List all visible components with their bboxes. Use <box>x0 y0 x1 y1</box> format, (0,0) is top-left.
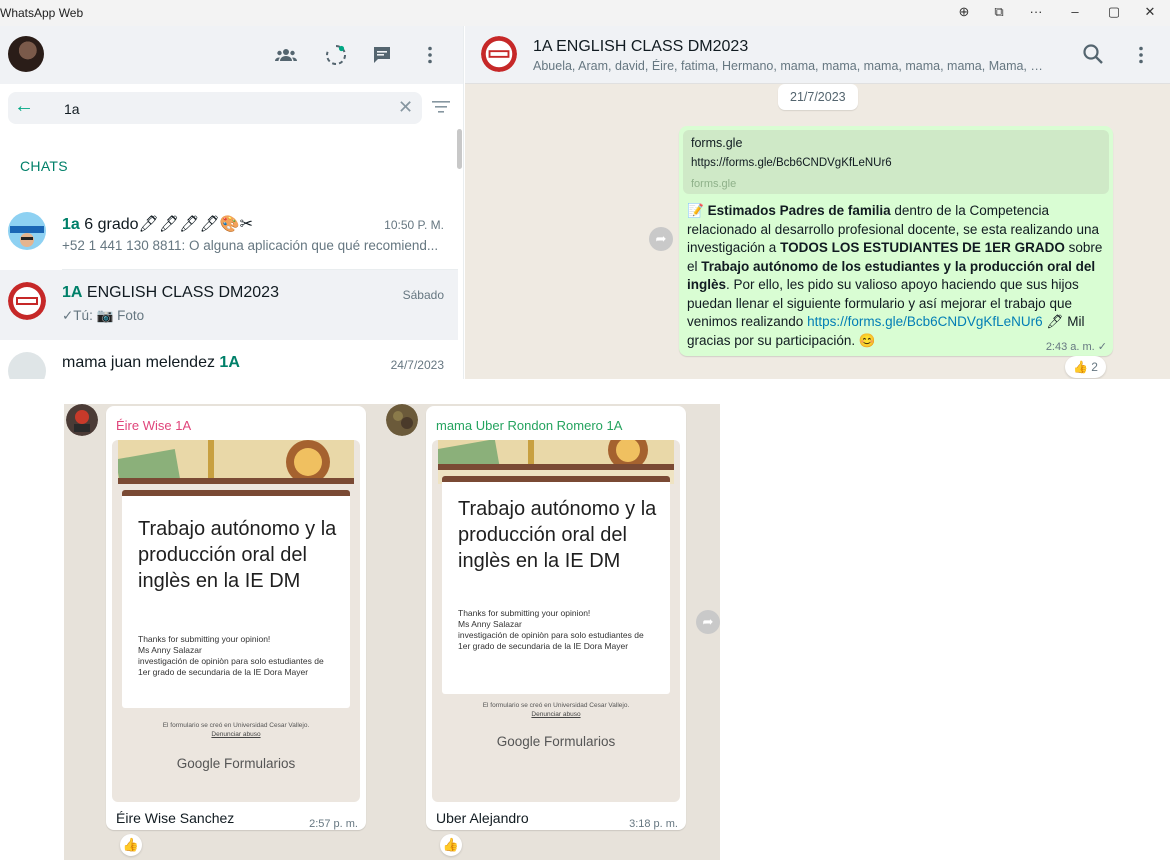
scrollbar-thumb[interactable] <box>457 129 462 169</box>
chat-preview: ✓Tú: 📷 Foto <box>62 308 145 323</box>
sender-avatar[interactable] <box>66 404 98 436</box>
chat-name: 1a 6 grado🖊🖊🖊🖊🎨✂ <box>62 216 254 233</box>
profile-avatar[interactable] <box>8 36 44 72</box>
chat-list-item[interactable]: mama juan melendez 1A 24/7/2023 <box>0 340 458 379</box>
image-caption: Éire Wise Sanchez <box>116 810 235 826</box>
search-icon[interactable] <box>1081 43 1105 67</box>
clear-search-icon[interactable]: ✕ <box>398 97 413 118</box>
form-title: Trabajo autónomo y la producción oral de… <box>458 498 657 572</box>
form-body-line: investigación de opiniòn para solo estud… <box>458 630 644 651</box>
form-body-line: investigación de opiniòn para solo estud… <box>138 656 324 677</box>
message-time: 3:18 p. m. <box>629 818 678 830</box>
photo-messages-area: Éire Wise 1A Trabajo autónomo y la produ… <box>64 404 720 860</box>
chat-name: 1A ENGLISH CLASS DM2023 <box>62 284 279 301</box>
date-separator: 21/7/2023 <box>778 84 858 110</box>
chat-name: mama juan melendez 1A <box>62 354 240 371</box>
form-body-line: Ms Anny Salazar <box>138 645 202 655</box>
app-title: WhatsApp Web <box>0 6 84 20</box>
sidebar-header <box>0 26 463 84</box>
reaction-chip[interactable]: 👍 2 <box>1065 356 1106 378</box>
message-bubble[interactable]: forms.gle https://forms.gle/Bcb6CNDVgKfL… <box>679 126 1113 356</box>
form-banner-image <box>118 440 354 484</box>
form-footer: El formulario se creó en Universidad Ces… <box>482 702 630 709</box>
chat-preview: +52 1 441 130 8811: O alguna aplicación … <box>62 238 439 253</box>
thumbs-up-reaction[interactable]: 👍 <box>440 834 462 856</box>
form-card: Trabajo autónomo y la producción oral de… <box>122 490 350 708</box>
chat-list-panel: ← 1a ✕ CHATS 1a 6 grado🖊🖊🖊🖊🎨✂ 10:50 P. M… <box>0 26 464 379</box>
group-avatar[interactable] <box>481 36 517 72</box>
link-preview-domain: forms.gle <box>691 178 737 190</box>
close-button[interactable]: ✕ <box>1140 4 1160 20</box>
image-message[interactable]: mama Uber Rondon Romero 1A Trabajo autón… <box>426 406 686 830</box>
form-footer: El formulario se creó en Universidad Ces… <box>162 722 310 729</box>
minimize-button[interactable]: – <box>1065 4 1085 19</box>
link-preview-url: https://forms.gle/Bcb6CNDVgKfLeNUr6 <box>691 157 892 169</box>
search-input[interactable]: ← 1a ✕ <box>8 92 422 124</box>
zoom-icon[interactable]: ⊕ <box>954 4 974 20</box>
message-time: 2:43 a. m. ✓ <box>1045 341 1107 353</box>
link-preview[interactable]: forms.gle https://forms.gle/Bcb6CNDVgKfL… <box>683 130 1109 194</box>
form-body-line: Thanks for submitting your opinion! <box>458 608 591 618</box>
report-abuse-link: Denunciar abuso <box>211 731 261 738</box>
conversation-header[interactable]: 1A ENGLISH CLASS DM2023 Abuela, Aram, da… <box>465 26 1170 84</box>
group-title: 1A ENGLISH CLASS DM2023 <box>533 38 749 55</box>
google-forms-brand: Google Formularios <box>496 734 616 749</box>
form-title: Trabajo autónomo y la producción oral de… <box>138 518 337 592</box>
search-row: ← 1a ✕ <box>0 84 463 128</box>
message-time: 2:57 p. m. <box>309 818 358 830</box>
link-preview-title: forms.gle <box>691 136 743 150</box>
sender-avatar[interactable] <box>386 404 418 436</box>
sender-name: mama Uber Rondon Romero 1A <box>436 418 623 433</box>
forward-icon[interactable]: ➦ <box>649 227 673 251</box>
form-screenshot-image[interactable]: Trabajo autónomo y la producción oral de… <box>112 440 360 802</box>
chat-time: Sábado <box>402 288 444 302</box>
conversation-panel: 1A ENGLISH CLASS DM2023 Abuela, Aram, da… <box>465 26 1170 379</box>
image-caption: Uber Alejandro <box>436 810 529 826</box>
form-body-line: Thanks for submitting your opinion! <box>138 634 271 644</box>
chat-avatar <box>8 282 46 320</box>
forward-icon[interactable]: ➦ <box>696 610 720 634</box>
memo-emoji: 📝 <box>687 203 704 218</box>
report-abuse-link: Denunciar abuso <box>531 711 581 718</box>
image-message[interactable]: Éire Wise 1A Trabajo autónomo y la produ… <box>106 406 366 830</box>
new-chat-icon[interactable] <box>370 43 394 67</box>
message-link[interactable]: https://forms.gle/Bcb6CNDVgKfLeNUr6 <box>807 314 1043 329</box>
search-value[interactable]: 1a <box>64 101 80 117</box>
chat-list-item[interactable]: 1a 6 grado🖊🖊🖊🖊🎨✂ 10:50 P. M. +52 1 441 1… <box>0 200 458 270</box>
menu-icon[interactable] <box>418 43 442 67</box>
conversation-menu-icon[interactable] <box>1129 43 1153 67</box>
status-icon[interactable] <box>324 43 348 67</box>
message-text: 📝 Estimados Padres de familia dentro de … <box>687 203 1103 348</box>
more-icon[interactable]: ··· <box>1026 4 1046 19</box>
form-card: Trabajo autónomo y la producción oral de… <box>442 476 670 694</box>
thumbs-up-reaction[interactable]: 👍 <box>120 834 142 856</box>
restore-button[interactable]: ▢ <box>1104 4 1124 20</box>
chat-avatar <box>8 212 46 250</box>
back-arrow-icon[interactable]: ← <box>14 95 34 118</box>
google-forms-brand: Google Formularios <box>176 756 296 771</box>
form-body-line: Ms Anny Salazar <box>458 619 522 629</box>
chat-list-item-selected[interactable]: 1A ENGLISH CLASS DM2023 Sábado ✓Tú: 📷 Fo… <box>0 270 458 340</box>
group-members: Abuela, Aram, david, Éire, fatima, Herma… <box>533 59 1053 73</box>
sender-name: Éire Wise 1A <box>116 418 192 433</box>
chat-time: 24/7/2023 <box>390 358 444 372</box>
filter-icon[interactable] <box>432 100 450 119</box>
window-titlebar: WhatsApp Web ⊕ ⧉ ··· – ▢ ✕ <box>0 0 1170 26</box>
chat-time: 10:50 P. M. <box>384 218 444 232</box>
default-avatar <box>8 352 46 379</box>
section-heading-chats: CHATS <box>20 158 68 174</box>
communities-icon[interactable] <box>274 43 298 67</box>
form-screenshot-image[interactable]: Trabajo autónomo y la producción oral de… <box>432 440 680 802</box>
snap-icon[interactable]: ⧉ <box>989 4 1009 20</box>
